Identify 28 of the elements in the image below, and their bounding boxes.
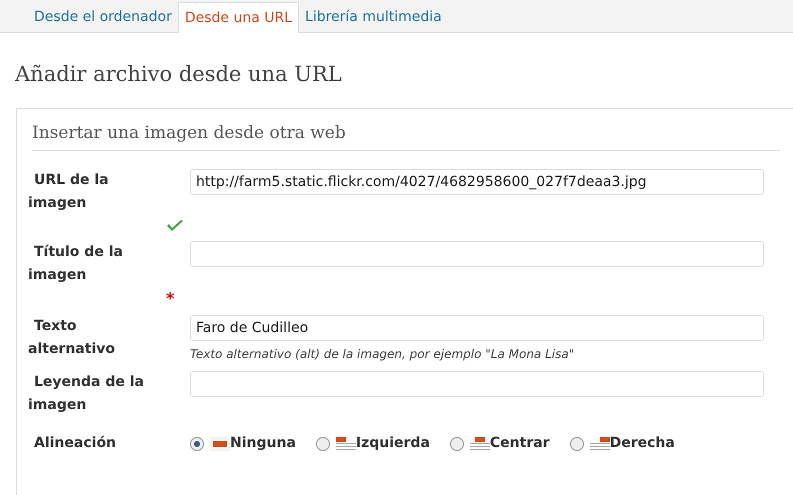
alignment-option[interactable]: Ninguna (190, 433, 296, 454)
alignment-option[interactable]: Centrar (450, 433, 550, 454)
field-label: Leyenda de la imagen (27, 373, 145, 415)
image-align-icon (470, 436, 490, 450)
alignment-option[interactable]: Derecha (570, 433, 675, 454)
required-asterisk: * (166, 291, 174, 307)
radio-button[interactable] (190, 436, 204, 450)
image-align-icon (590, 436, 610, 450)
image-align-icon (210, 436, 230, 450)
section-title: Insertar una imagen desde otra web (32, 122, 346, 144)
tab[interactable]: Desde el ordenador (28, 2, 178, 32)
field-label: Texto alternativo (27, 317, 116, 359)
field-hint: Texto alternativo (alt) de la imagen, por ejemplo "La Mona Lisa" (190, 346, 574, 363)
field-label: URL de la imagen (27, 171, 110, 213)
field-label: Alineación (33, 434, 118, 453)
text-field[interactable]: Faro de Cudilleo (190, 315, 764, 341)
tab[interactable]: Librería multimedia (299, 2, 448, 32)
radio-button[interactable] (450, 436, 464, 450)
image-align-icon (336, 436, 356, 450)
field-label: Título de la imagen (27, 243, 124, 285)
text-field[interactable] (190, 241, 764, 267)
text-field[interactable]: http://farm5.static.flickr.com/4027/4682958600_027f7deaa3.jpg (190, 169, 764, 195)
text-field[interactable] (190, 371, 764, 397)
radio-button[interactable] (570, 436, 584, 450)
radio-button[interactable] (316, 436, 330, 450)
alignment-option[interactable]: Izquierda (316, 433, 430, 454)
tab[interactable]: Desde una URL (178, 2, 300, 33)
page-heading: Añadir archivo desde una URL (15, 61, 342, 88)
